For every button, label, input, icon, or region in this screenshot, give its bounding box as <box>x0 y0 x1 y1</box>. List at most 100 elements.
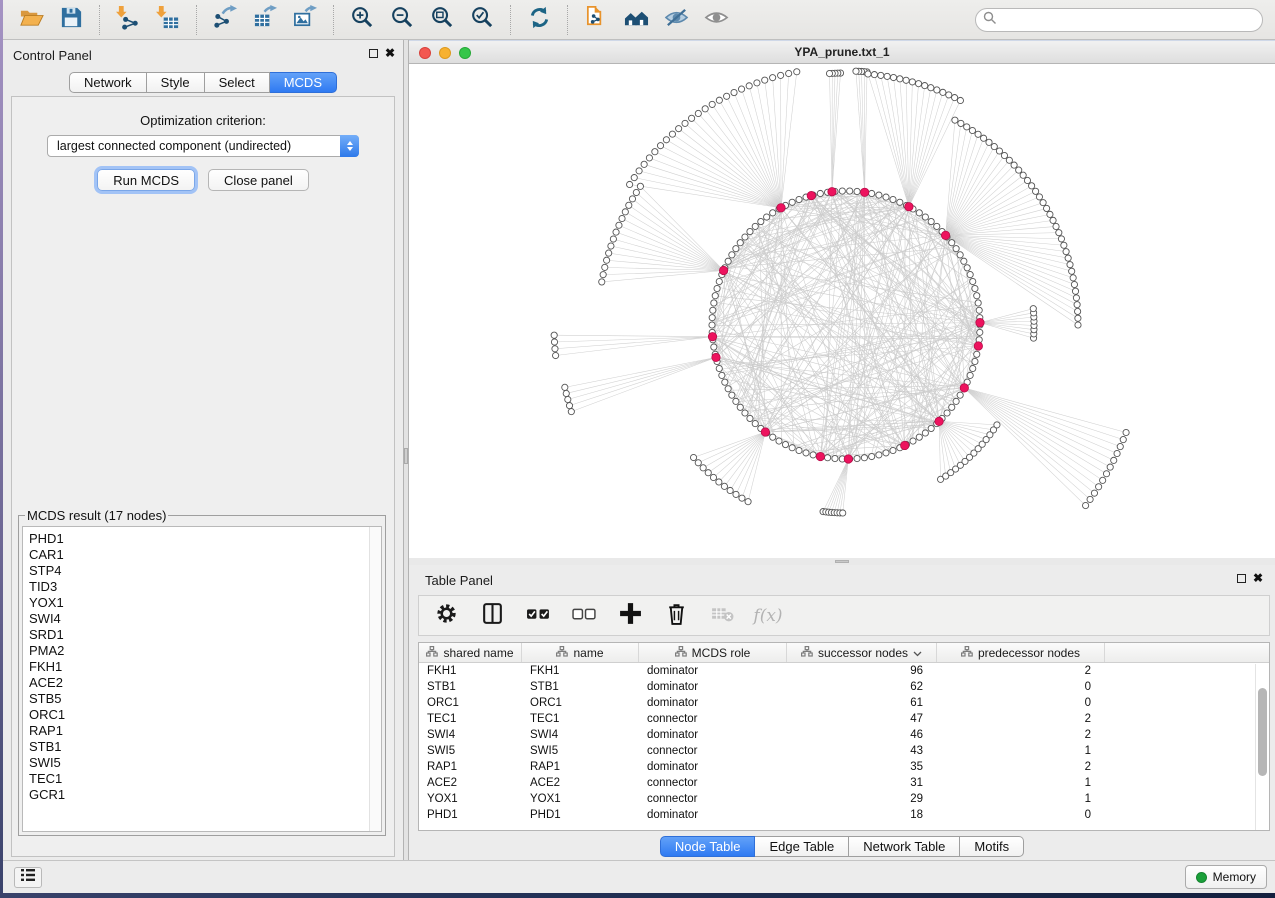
graph-hub-node[interactable] <box>708 332 716 340</box>
graph-ring-node[interactable] <box>916 434 922 440</box>
graph-leaf-node[interactable] <box>709 101 715 107</box>
graph-leaf-node[interactable] <box>890 74 896 80</box>
graph-ring-node[interactable] <box>928 218 934 224</box>
hide-graphics-button[interactable] <box>656 3 696 37</box>
duplicate-network-button[interactable] <box>576 3 616 37</box>
graph-ring-node[interactable] <box>957 252 963 258</box>
import-network-button[interactable] <box>108 3 148 37</box>
graph-ring-node[interactable] <box>839 188 845 194</box>
graph-ring-node[interactable] <box>922 214 928 220</box>
table-mode-gear-button[interactable] <box>431 599 461 633</box>
list-scrollbar[interactable] <box>369 527 381 831</box>
graph-leaf-node[interactable] <box>636 168 642 174</box>
graph-leaf-node[interactable] <box>739 495 745 501</box>
graph-ring-node[interactable] <box>975 300 981 306</box>
graph-leaf-node[interactable] <box>1006 157 1012 163</box>
export-table-button[interactable] <box>245 3 285 37</box>
graph-leaf-node[interactable] <box>1114 450 1120 456</box>
zoom-out-button[interactable] <box>382 3 422 37</box>
graph-ring-node[interactable] <box>883 194 889 200</box>
column-header-shared-name[interactable]: shared name <box>419 643 522 662</box>
graph-leaf-node[interactable] <box>626 202 632 208</box>
table-row[interactable]: FKH1FKH1dominator962 <box>419 663 1269 679</box>
graph-ring-node[interactable] <box>711 300 717 306</box>
graph-ring-node[interactable] <box>928 425 934 431</box>
graph-leaf-node[interactable] <box>724 93 730 99</box>
graph-ring-node[interactable] <box>770 210 776 216</box>
graph-leaf-node[interactable] <box>1123 429 1129 435</box>
graph-leaf-node[interactable] <box>1096 484 1102 490</box>
graph-ring-node[interactable] <box>722 379 728 385</box>
graph-leaf-node[interactable] <box>981 135 987 141</box>
graph-leaf-node[interactable] <box>552 346 558 352</box>
graph-ring-node[interactable] <box>970 278 976 284</box>
graph-leaf-node[interactable] <box>695 110 701 116</box>
graph-hub-node[interactable] <box>816 452 824 460</box>
optimization-criterion-select[interactable]: largest connected component (undirected) <box>47 135 359 157</box>
graph-hub-node[interactable] <box>844 455 852 463</box>
close-panel-icon[interactable]: ✖ <box>385 48 395 58</box>
graph-leaf-node[interactable] <box>1030 306 1036 312</box>
graph-ring-node[interactable] <box>770 434 776 440</box>
graph-ring-node[interactable] <box>976 307 982 313</box>
graph-leaf-node[interactable] <box>745 499 751 505</box>
graph-leaf-node[interactable] <box>646 155 652 161</box>
graph-ring-node[interactable] <box>876 192 882 198</box>
graph-leaf-node[interactable] <box>952 95 958 101</box>
graph-ring-node[interactable] <box>810 452 816 458</box>
graph-ring-node[interactable] <box>747 415 753 421</box>
graph-leaf-node[interactable] <box>1056 230 1062 236</box>
graph-ring-node[interactable] <box>719 372 725 378</box>
graph-leaf-node[interactable] <box>695 460 701 466</box>
graph-leaf-node[interactable] <box>1043 205 1049 211</box>
graph-ring-node[interactable] <box>890 196 896 202</box>
graph-leaf-node[interactable] <box>986 139 992 145</box>
mcds-result-item[interactable]: STB5 <box>29 691 381 707</box>
tab-select[interactable]: Select <box>205 72 270 93</box>
graph-hub-node[interactable] <box>905 202 913 210</box>
table-row[interactable]: PHD1PHD1dominator180 <box>419 807 1269 823</box>
graph-leaf-node[interactable] <box>946 92 952 98</box>
close-panel-button[interactable]: Close panel <box>208 169 309 191</box>
graph-hub-node[interactable] <box>935 417 943 425</box>
graph-leaf-node[interactable] <box>1029 183 1035 189</box>
graph-ring-node[interactable] <box>953 398 959 404</box>
graph-leaf-node[interactable] <box>840 510 846 516</box>
graph-hub-node[interactable] <box>719 266 727 274</box>
graph-leaf-node[interactable] <box>688 115 694 121</box>
graph-leaf-node[interactable] <box>853 68 859 74</box>
graph-ring-node[interactable] <box>974 293 980 299</box>
graph-ring-node[interactable] <box>796 447 802 453</box>
graph-leaf-node[interactable] <box>1061 242 1067 248</box>
export-network-button[interactable] <box>205 3 245 37</box>
graph-leaf-node[interactable] <box>1053 223 1059 229</box>
graph-leaf-node[interactable] <box>563 390 569 396</box>
graph-hub-node[interactable] <box>976 318 984 326</box>
table-row[interactable]: YOX1YOX1connector291 <box>419 791 1269 807</box>
tab-network-table[interactable]: Network Table <box>849 836 960 857</box>
graph-ring-node[interactable] <box>817 190 823 196</box>
mcds-result-item[interactable]: PHD1 <box>29 531 381 547</box>
network-window-titlebar[interactable]: YPA_prune.txt_1 <box>409 40 1275 64</box>
graph-leaf-node[interactable] <box>551 332 557 338</box>
graph-leaf-node[interactable] <box>551 339 557 345</box>
graph-leaf-node[interactable] <box>657 143 663 149</box>
graph-ring-node[interactable] <box>964 265 970 271</box>
graph-hub-node[interactable] <box>960 384 968 392</box>
graph-leaf-node[interactable] <box>721 483 727 489</box>
graph-ring-node[interactable] <box>752 223 758 229</box>
graph-leaf-node[interactable] <box>903 77 909 83</box>
graph-ring-node[interactable] <box>789 199 795 205</box>
memory-button[interactable]: Memory <box>1185 865 1267 889</box>
graph-leaf-node[interactable] <box>1063 249 1069 255</box>
column-header-mcds-role[interactable]: MCDS role <box>639 643 787 662</box>
graph-leaf-node[interactable] <box>778 72 784 78</box>
graph-leaf-node[interactable] <box>716 479 722 485</box>
splitter-grip[interactable] <box>835 560 849 563</box>
table-row[interactable]: RAP1RAP1dominator352 <box>419 759 1269 775</box>
graph-leaf-node[interactable] <box>871 72 877 78</box>
graph-ring-node[interactable] <box>854 188 860 194</box>
graph-leaf-node[interactable] <box>1036 194 1042 200</box>
graph-leaf-node[interactable] <box>994 422 1000 428</box>
graph-hub-node[interactable] <box>941 231 949 239</box>
